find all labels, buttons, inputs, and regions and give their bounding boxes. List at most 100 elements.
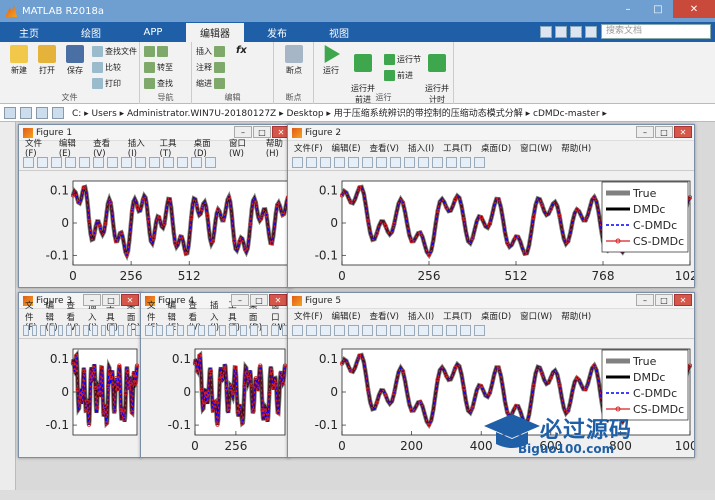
print-icon[interactable] — [334, 325, 345, 336]
back-forward-button[interactable] — [144, 46, 168, 57]
figure-menu-item[interactable]: 窗口(W) — [520, 142, 552, 154]
figure-menu-item[interactable]: 窗口(W) — [520, 310, 552, 322]
colorbar-icon[interactable] — [260, 325, 268, 336]
new-figure-icon[interactable] — [23, 325, 29, 336]
figure-menu-item[interactable]: 插入(I) — [128, 137, 151, 159]
zoom-out-icon[interactable] — [208, 325, 216, 336]
pointer-icon[interactable] — [79, 157, 90, 168]
save-icon[interactable] — [166, 325, 174, 336]
print-button[interactable]: 打印 — [92, 78, 121, 89]
forward-icon[interactable] — [20, 106, 32, 119]
figure-maximize-button[interactable]: □ — [250, 294, 268, 306]
figure-menu-item[interactable]: 查看(V) — [93, 137, 119, 159]
new-figure-icon[interactable] — [145, 325, 153, 336]
new-figure-icon[interactable] — [292, 325, 303, 336]
save-icon[interactable] — [320, 157, 331, 168]
legend-icon[interactable] — [126, 325, 133, 336]
search-input[interactable]: 搜索文档 — [601, 24, 711, 39]
pan-icon[interactable] — [218, 325, 226, 336]
save-icon[interactable] — [40, 325, 46, 336]
indent-button[interactable]: 缩进 — [196, 78, 225, 89]
colorbar-icon[interactable] — [118, 325, 124, 336]
find-button[interactable]: 查找 — [144, 78, 173, 89]
data-cursor-icon[interactable] — [100, 325, 107, 336]
figure-minimize-button[interactable]: – — [234, 126, 252, 138]
figure-maximize-button[interactable]: □ — [102, 294, 120, 306]
rotate-icon[interactable] — [135, 157, 146, 168]
legend-icon[interactable] — [460, 157, 471, 168]
brush-icon[interactable] — [432, 325, 443, 336]
save-icon[interactable] — [51, 157, 62, 168]
pan-icon[interactable] — [121, 157, 132, 168]
zoom-out-icon[interactable] — [376, 157, 387, 168]
figure-window-4[interactable]: Figure 4–□✕文件(F)编辑(E)查看(V)插入(I)工具(T)桌面(D… — [140, 292, 290, 458]
tab-plots[interactable]: 绘图 — [62, 22, 120, 42]
figure-menu-item[interactable]: 文件(F) — [25, 137, 50, 159]
data-cursor-icon[interactable] — [239, 325, 247, 336]
figure-menu-item[interactable]: 工具(T) — [160, 137, 185, 159]
open-icon[interactable] — [306, 325, 317, 336]
close-button[interactable]: ✕ — [673, 0, 715, 18]
compare-button[interactable]: 比较 — [92, 62, 121, 73]
figure-menu-item[interactable]: 文件(F) — [294, 310, 323, 322]
figure-close-button[interactable]: ✕ — [674, 294, 692, 306]
figure-minimize-button[interactable]: – — [636, 294, 654, 306]
figure-close-button[interactable]: ✕ — [269, 294, 287, 306]
open-button[interactable]: 打开 — [32, 45, 62, 76]
redo-icon[interactable] — [570, 25, 582, 38]
save-icon[interactable] — [320, 325, 331, 336]
plot-tools-icon[interactable] — [474, 325, 485, 336]
colorbar-icon[interactable] — [446, 325, 457, 336]
figure-titlebar[interactable]: Figure 3– □ ✕ — [19, 293, 141, 309]
figure-menu-item[interactable]: 桌面(D) — [481, 142, 511, 154]
figure-window-2[interactable]: Figure 2 – □ ✕ 文件(F) 编辑(E) 查看(V) 插入(I) 工具(T) 桌面(D… — [287, 124, 695, 288]
zoom-out-icon[interactable] — [107, 157, 118, 168]
legend-icon[interactable] — [191, 157, 202, 168]
open-icon[interactable] — [155, 325, 163, 336]
back-icon[interactable] — [4, 106, 16, 119]
help-icon[interactable] — [585, 25, 597, 38]
run-button[interactable]: 运行 — [316, 45, 346, 76]
new-figure-icon[interactable] — [23, 157, 34, 168]
data-cursor-icon[interactable] — [418, 157, 429, 168]
figure-titlebar[interactable]: Figure 5 – □ ✕ — [288, 293, 694, 309]
maximize-button[interactable]: □ — [643, 0, 673, 18]
zoom-in-icon[interactable] — [93, 157, 104, 168]
figure-titlebar[interactable]: Figure 2 – □ ✕ — [288, 125, 694, 141]
figure-menu-item[interactable]: 工具(T) — [443, 142, 472, 154]
plot-tools-icon[interactable] — [205, 157, 216, 168]
figure-close-button[interactable]: ✕ — [121, 294, 139, 306]
brush-icon[interactable] — [250, 325, 258, 336]
pointer-icon[interactable] — [187, 325, 195, 336]
open-icon[interactable] — [31, 325, 38, 336]
figure-menu-item[interactable]: 插入(I) — [408, 142, 434, 154]
figure-maximize-button[interactable]: □ — [655, 126, 673, 138]
pointer-icon[interactable] — [348, 157, 359, 168]
figure-menu-item[interactable]: 编辑(E) — [332, 310, 361, 322]
tab-publish[interactable]: 发布 — [248, 22, 306, 42]
undo-icon[interactable] — [555, 25, 567, 38]
browse-folder-icon[interactable] — [52, 106, 64, 119]
colorbar-icon[interactable] — [177, 157, 188, 168]
figure-menu-item[interactable]: 编辑(E) — [332, 142, 361, 154]
legend-icon[interactable] — [271, 325, 279, 336]
print-icon[interactable] — [65, 157, 76, 168]
goto-button[interactable]: 转至 — [144, 62, 173, 73]
find-files-button[interactable]: 查找文件 — [92, 46, 137, 57]
figure-menu-item[interactable]: 查看(V) — [370, 142, 399, 154]
print-icon[interactable] — [334, 157, 345, 168]
pointer-icon[interactable] — [348, 325, 359, 336]
advance-button[interactable]: 前进 — [384, 70, 413, 81]
figure-window-5[interactable]: Figure 5 – □ ✕ 文件(F) 编辑(E) 查看(V) 插入(I) 工具(T) 桌面(D… — [287, 292, 695, 458]
legend-icon[interactable] — [460, 325, 471, 336]
new-figure-icon[interactable] — [292, 157, 303, 168]
figure-menu-item[interactable]: 查看(V) — [370, 310, 399, 322]
fx-button[interactable]: fx — [236, 45, 247, 56]
zoom-out-icon[interactable] — [376, 325, 387, 336]
pan-icon[interactable] — [83, 325, 90, 336]
tab-view[interactable]: 视图 — [310, 22, 368, 42]
figure-menu-item[interactable]: 文件(F) — [294, 142, 323, 154]
figure-menu-item[interactable]: 帮助(H) — [561, 142, 591, 154]
zoom-in-icon[interactable] — [362, 157, 373, 168]
brush-icon[interactable] — [109, 325, 116, 336]
